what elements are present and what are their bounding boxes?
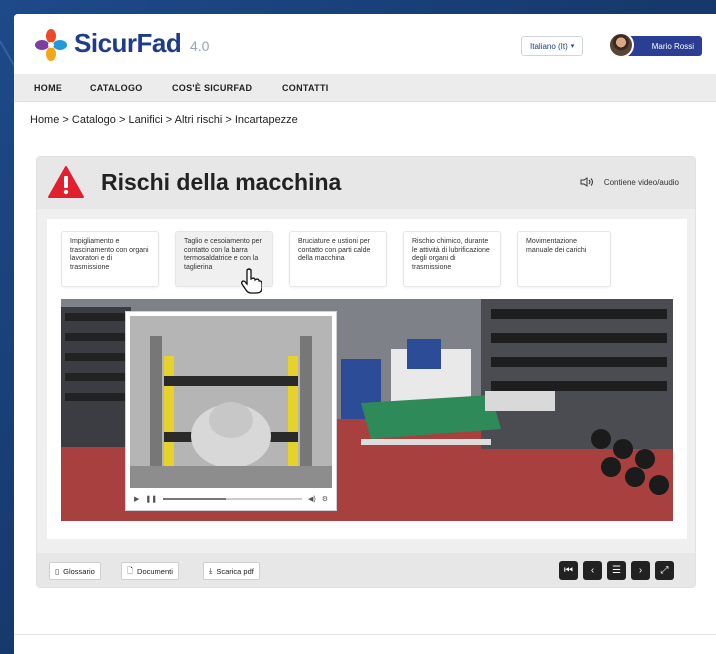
avatar[interactable] xyxy=(608,32,634,58)
documents-label: Documenti xyxy=(137,566,173,576)
first-page-icon: ⏮ xyxy=(564,565,573,576)
video-frame[interactable] xyxy=(130,316,332,488)
chevron-left-icon: ‹ xyxy=(590,565,595,576)
nav-item-catalogo[interactable]: CATALOGO xyxy=(90,83,143,93)
video-controls: ▶ ❚❚ ◀) ⚙ xyxy=(130,492,332,506)
documents-button[interactable]: 🗋 Documenti xyxy=(121,562,179,580)
media-note-label: Contiene video/audio xyxy=(603,177,679,187)
warning-icon xyxy=(48,166,84,198)
chevron-down-icon: ▾ xyxy=(570,43,575,50)
glossary-label: Glossario xyxy=(63,566,95,576)
download-pdf-button[interactable]: ⤓ Scarica pdf xyxy=(203,562,260,580)
hand-cursor-icon xyxy=(241,268,262,294)
video-player[interactable]: ▶ ❚❚ ◀) ⚙ xyxy=(125,311,337,511)
tab-bruciature[interactable]: Bruciature e ustioni per contatto con pa… xyxy=(289,231,387,287)
page-footer xyxy=(14,634,716,654)
next-page-button[interactable]: › xyxy=(631,561,650,580)
logo-version: 4.0 xyxy=(190,38,210,54)
main-nav: HOME CATALOGO COS'È SICURFAD CONTATTI xyxy=(14,74,716,102)
glossary-button[interactable]: ▯ Glossario xyxy=(49,562,101,580)
previous-page-button[interactable]: ‹ xyxy=(583,561,602,580)
tab-label: Taglio e cesoiamento per contatto con la… xyxy=(184,238,262,271)
volume-icon[interactable]: ◀) xyxy=(308,495,316,503)
index-button[interactable]: ☰ xyxy=(607,561,626,580)
video-progress-fill xyxy=(163,498,226,500)
module-content: Impigliamento e trascinamento con organi… xyxy=(47,219,687,539)
document-icon: 🗋 xyxy=(127,565,134,575)
breadcrumb[interactable]: Home > Catalogo > Lanifici > Altri risch… xyxy=(30,114,298,126)
speaker-icon xyxy=(580,177,593,187)
app-window: SicurFad 4.0 Italiano (It) ▾ Mario Rossi… xyxy=(14,14,716,654)
play-icon[interactable]: ▶ xyxy=(134,495,139,503)
fullscreen-button[interactable]: ⤢ xyxy=(655,561,674,580)
tab-label: Impigliamento e trascinamento con organi… xyxy=(70,238,149,271)
module-footer: ▯ Glossario 🗋 Documenti ⤓ Scarica pdf ⏮ … xyxy=(37,553,695,587)
tab-movimentazione[interactable]: Movimentazione manuale dei carichi xyxy=(517,231,611,287)
language-label: Italiano (It) xyxy=(530,41,568,51)
settings-icon[interactable]: ⚙ xyxy=(322,495,328,503)
nav-item-contatti[interactable]: CONTATTI xyxy=(282,83,329,93)
machine-video-still xyxy=(130,316,332,488)
list-icon: ☰ xyxy=(612,565,621,576)
nav-item-home[interactable]: HOME xyxy=(34,83,62,93)
module-header: Rischi della macchina Contiene video/aud… xyxy=(37,157,695,209)
download-pdf-label: Scarica pdf xyxy=(216,566,254,576)
video-progress-bar[interactable] xyxy=(163,498,302,500)
tab-impigliamento[interactable]: Impigliamento e trascinamento con organi… xyxy=(61,231,159,287)
tab-rischio-chimico[interactable]: Rischio chimico, durante le attività di … xyxy=(403,231,501,287)
tab-label: Rischio chimico, durante le attività di … xyxy=(412,238,490,271)
lesson-module: Rischi della macchina Contiene video/aud… xyxy=(36,156,696,588)
language-select[interactable]: Italiano (It) ▾ xyxy=(521,36,584,56)
media-note: Contiene video/audio xyxy=(580,177,679,187)
tab-label: Bruciature e ustioni per contatto con pa… xyxy=(298,238,371,262)
download-icon: ⤓ xyxy=(209,566,213,575)
module-title: Rischi della macchina xyxy=(101,169,342,195)
tab-label: Movimentazione manuale dei carichi xyxy=(526,238,587,254)
fullscreen-icon: ⤢ xyxy=(660,565,669,576)
factory-scene-image: ▶ ❚❚ ◀) ⚙ xyxy=(61,299,673,521)
logo-text[interactable]: SicurFad xyxy=(74,28,182,59)
nav-item-cos-e-sicurfad[interactable]: COS'È SICURFAD xyxy=(172,83,252,93)
book-icon: ▯ xyxy=(55,566,60,576)
header: SicurFad 4.0 Italiano (It) ▾ Mario Rossi xyxy=(14,14,716,74)
user-name: Mario Rossi xyxy=(651,41,694,51)
pause-icon[interactable]: ❚❚ xyxy=(145,495,157,503)
chevron-right-icon: › xyxy=(638,565,643,576)
logo-icon xyxy=(35,29,67,61)
first-page-button[interactable]: ⏮ xyxy=(559,561,578,580)
